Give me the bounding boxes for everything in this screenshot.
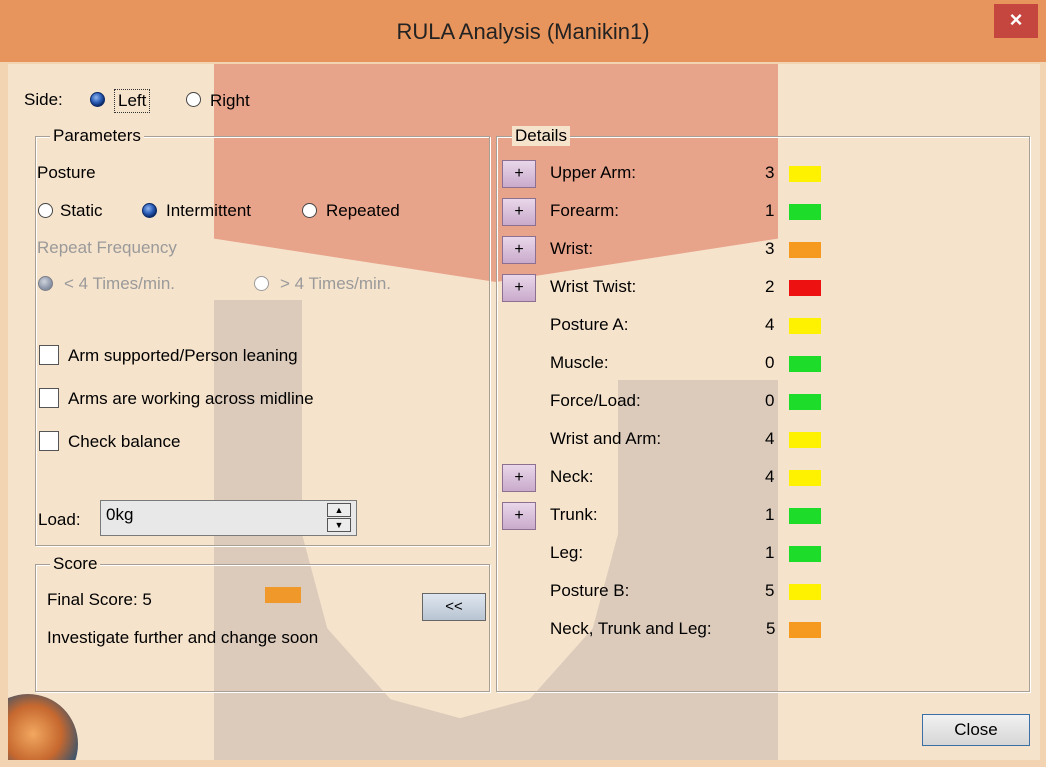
window-title: RULA Analysis (Manikin1) xyxy=(396,19,650,44)
detail-label: Neck, Trunk and Leg: xyxy=(550,619,712,638)
detail-value: 5 xyxy=(766,619,776,638)
detail-label: Posture B: xyxy=(550,581,630,600)
detail-label: Forearm: xyxy=(550,201,619,220)
detail-value: 0 xyxy=(765,353,775,372)
side-right-label[interactable]: Right xyxy=(210,91,250,111)
expand-button[interactable]: + xyxy=(502,502,536,530)
details-legend: Details xyxy=(512,126,570,146)
posture-label: Posture xyxy=(37,163,96,182)
load-up-arrow-icon[interactable]: ▲ xyxy=(327,503,351,517)
load-down-arrow-icon[interactable]: ▼ xyxy=(327,518,351,532)
load-value[interactable]: 0kg xyxy=(106,505,133,525)
detail-color-swatch xyxy=(789,318,821,334)
final-score-text: Final Score: 5 xyxy=(47,590,152,609)
detail-color-swatch xyxy=(789,242,821,258)
detail-color-swatch xyxy=(789,280,821,296)
detail-value: 4 xyxy=(765,315,775,334)
rula-analysis-window: RULA Analysis (Manikin1) × Side: Left Ri… xyxy=(0,0,1046,767)
detail-color-swatch xyxy=(789,584,821,600)
posture-intermittent-label[interactable]: Intermittent xyxy=(166,201,251,221)
posture-repeated-label[interactable]: Repeated xyxy=(326,201,400,221)
detail-value: 3 xyxy=(765,163,775,182)
repeat-less-label[interactable]: < 4 Times/min. xyxy=(64,274,175,294)
detail-color-swatch xyxy=(789,622,821,638)
close-button[interactable]: Close xyxy=(922,714,1030,746)
detail-value: 1 xyxy=(765,201,775,220)
expand-button[interactable]: + xyxy=(502,198,536,226)
detail-label: Wrist and Arm: xyxy=(550,429,662,448)
detail-label: Upper Arm: xyxy=(550,163,636,182)
repeat-more-label[interactable]: > 4 Times/min. xyxy=(280,274,391,294)
side-left-label[interactable]: Left xyxy=(114,89,151,113)
detail-label: Wrist Twist: xyxy=(550,277,637,296)
posture-repeated-radio[interactable] xyxy=(302,203,317,218)
expand-button[interactable]: + xyxy=(502,236,536,264)
detail-label: Force/Load: xyxy=(550,391,641,410)
detail-color-swatch xyxy=(789,204,821,220)
arms-midline-label[interactable]: Arms are working across midline xyxy=(68,389,314,409)
close-window-icon[interactable]: × xyxy=(994,4,1038,38)
detail-value: 2 xyxy=(765,277,775,296)
detail-color-swatch xyxy=(789,470,821,486)
repeat-frequency-label: Repeat Frequency xyxy=(37,238,177,257)
detail-color-swatch xyxy=(789,356,821,372)
detail-color-swatch xyxy=(789,432,821,448)
detail-value: 0 xyxy=(765,391,775,410)
detail-value: 5 xyxy=(765,581,775,600)
check-balance-label[interactable]: Check balance xyxy=(68,432,180,452)
load-label: Load: xyxy=(38,510,81,529)
parameters-legend: Parameters xyxy=(50,126,144,146)
posture-static-radio[interactable] xyxy=(38,203,53,218)
load-input[interactable]: 0kg ▲ ▼ xyxy=(100,500,357,536)
final-score-swatch xyxy=(265,587,301,603)
collapse-details-button[interactable]: << xyxy=(422,593,486,621)
detail-label: Neck: xyxy=(550,467,594,486)
detail-label: Leg: xyxy=(550,543,584,562)
detail-color-swatch xyxy=(789,166,821,182)
title-bar: RULA Analysis (Manikin1) × xyxy=(0,0,1046,62)
arm-supported-checkbox[interactable] xyxy=(39,345,59,365)
detail-value: 1 xyxy=(765,505,775,524)
arm-supported-label[interactable]: Arm supported/Person leaning xyxy=(68,346,298,366)
detail-value: 1 xyxy=(765,543,775,562)
posture-static-label[interactable]: Static xyxy=(60,201,103,221)
repeat-less-radio[interactable] xyxy=(38,276,53,291)
side-left-radio[interactable] xyxy=(90,92,105,107)
repeat-more-radio[interactable] xyxy=(254,276,269,291)
arms-midline-checkbox[interactable] xyxy=(39,388,59,408)
detail-label: Posture A: xyxy=(550,315,629,334)
score-legend: Score xyxy=(50,554,101,574)
detail-color-swatch xyxy=(789,546,821,562)
detail-label: Trunk: xyxy=(550,505,598,524)
detail-value: 4 xyxy=(765,467,775,486)
detail-value: 3 xyxy=(765,239,775,258)
score-message: Investigate further and change soon xyxy=(47,628,319,647)
check-balance-checkbox[interactable] xyxy=(39,431,59,451)
globe-logo-icon xyxy=(8,694,78,760)
detail-label: Muscle: xyxy=(550,353,609,372)
posture-intermittent-radio[interactable] xyxy=(142,203,157,218)
expand-button[interactable]: + xyxy=(502,464,536,492)
side-label: Side: xyxy=(24,90,63,109)
detail-label: Wrist: xyxy=(550,239,594,258)
detail-color-swatch xyxy=(789,394,821,410)
side-right-radio[interactable] xyxy=(186,92,201,107)
expand-button[interactable]: + xyxy=(502,274,536,302)
dialog-body: Side: Left Right Parameters Posture Stat… xyxy=(8,64,1040,760)
parameters-group xyxy=(35,136,490,546)
detail-value: 4 xyxy=(765,429,775,448)
expand-button[interactable]: + xyxy=(502,160,536,188)
detail-color-swatch xyxy=(789,508,821,524)
